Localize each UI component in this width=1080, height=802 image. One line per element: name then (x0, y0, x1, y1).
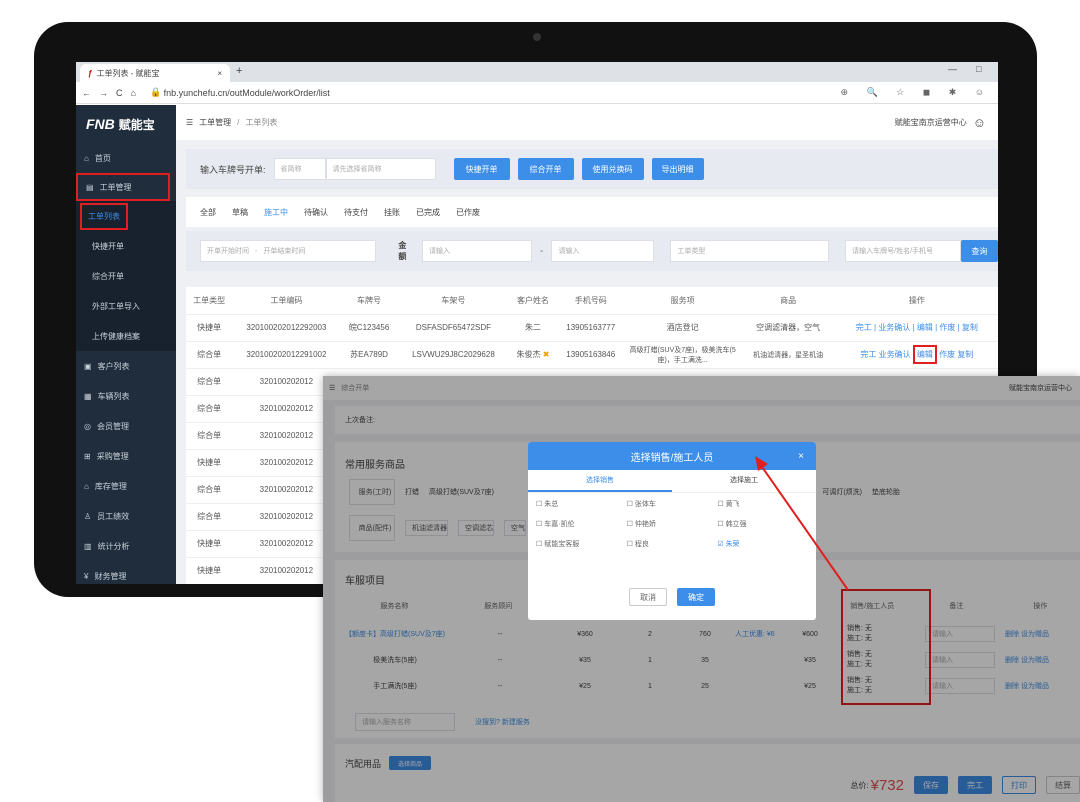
annotation-arrow (755, 456, 849, 591)
